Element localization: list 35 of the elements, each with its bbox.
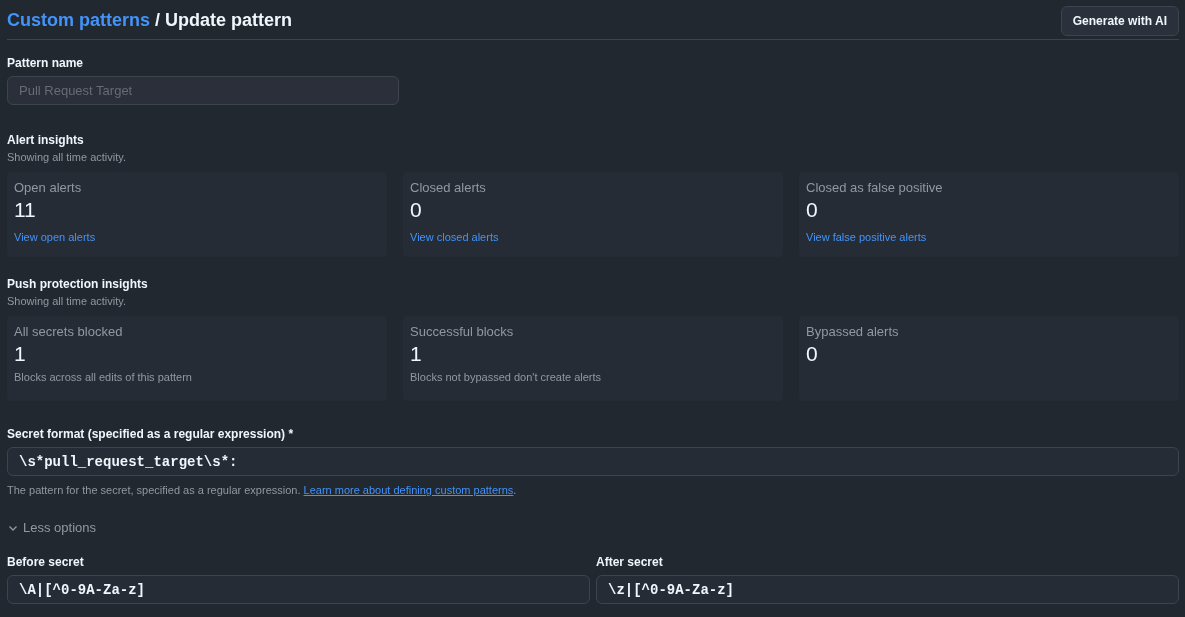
- stat-value: 0: [410, 198, 423, 222]
- breadcrumb-separator: /: [155, 10, 161, 31]
- stat-value: 1: [410, 342, 423, 366]
- generate-button[interactable]: Generate with AI: [1060, 5, 1179, 36]
- field-label: After secret: [596, 555, 664, 569]
- stat-note: Blocks not bypassed don't create alerts: [410, 371, 603, 383]
- stat-label: Closed as false positive: [806, 180, 944, 195]
- secret-format-field[interactable]: \s*pull_request_target\s*:: [7, 447, 1179, 476]
- help-text: The pattern for the secret, specified as a regular expression. Learn more about defining custom patterns.: [7, 484, 518, 496]
- view-alerts-link[interactable]: View closed alerts: [410, 231, 499, 243]
- stat-value: 1: [14, 342, 27, 366]
- view-alerts-link[interactable]: View open alerts: [14, 231, 96, 243]
- boundary-field[interactable]: \z|[^0-9A-Za-z]: [596, 575, 1179, 604]
- stat-label: Successful blocks: [410, 324, 515, 339]
- section-title: Alert insights: [7, 133, 85, 147]
- stat-note: Blocks across all edits of this pattern: [14, 371, 193, 383]
- options-toggle[interactable]: Less options: [7, 520, 96, 535]
- page-title: Update pattern: [165, 10, 293, 31]
- breadcrumb-link[interactable]: Custom patterns: [7, 10, 150, 31]
- stat-value: 0: [806, 342, 819, 366]
- stat-value: 11: [14, 198, 37, 222]
- stat-label: Bypassed alerts: [806, 324, 900, 339]
- section-title: Push protection insights: [7, 277, 149, 291]
- pattern-name-field[interactable]: Pull Request Target: [7, 76, 399, 105]
- view-alerts-link[interactable]: View false positive alerts: [806, 231, 927, 243]
- stat-value: 0: [806, 198, 819, 222]
- field-label: Before secret: [7, 555, 85, 569]
- section-subtitle: Showing all time activity.: [7, 151, 127, 163]
- stat-label: Closed alerts: [410, 180, 487, 195]
- section-subtitle: Showing all time activity.: [7, 295, 127, 307]
- boundary-field[interactable]: \A|[^0-9A-Za-z]: [7, 575, 590, 604]
- stat-label: Open alerts: [14, 180, 83, 195]
- field-label: Secret format (specified as a regular expression) *: [7, 427, 295, 441]
- stat-label: All secrets blocked: [14, 324, 124, 339]
- field-label: Pattern name: [7, 56, 85, 70]
